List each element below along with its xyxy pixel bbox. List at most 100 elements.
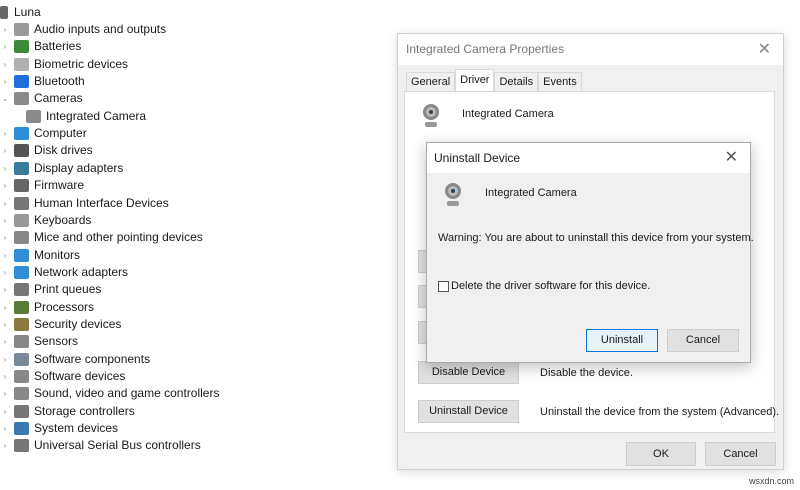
- delete-driver-label[interactable]: Delete the driver software for this devi…: [451, 280, 650, 292]
- chevron-right-icon[interactable]: ›: [0, 56, 10, 73]
- chevron-right-icon[interactable]: ›: [0, 385, 10, 402]
- tree-item[interactable]: › Batteries: [0, 38, 81, 55]
- close-icon[interactable]: ✕: [725, 143, 738, 173]
- monitor-icon: [14, 248, 29, 262]
- chevron-right-icon[interactable]: ›: [0, 299, 10, 316]
- battery-icon: [14, 40, 29, 54]
- tree-item[interactable]: › Software components: [0, 351, 150, 368]
- tree-item-label: Print queues: [34, 282, 102, 297]
- tree-item-label: Keyboards: [34, 212, 92, 227]
- speaker-icon: [14, 23, 29, 36]
- chevron-right-icon[interactable]: ›: [0, 368, 10, 385]
- chevron-right-icon[interactable]: ›: [0, 247, 10, 264]
- network-icon: [14, 265, 29, 279]
- disk-drive-icon: [14, 144, 29, 158]
- tree-item-label: Sensors: [34, 334, 79, 349]
- software-component-icon: [14, 352, 29, 366]
- tab-details[interactable]: Details: [494, 72, 539, 91]
- tree-item[interactable]: › Disk drives: [0, 142, 93, 159]
- tab-general[interactable]: General: [406, 72, 456, 91]
- computer-icon: [0, 6, 8, 19]
- chevron-right-icon[interactable]: ›: [0, 437, 10, 454]
- chevron-right-icon[interactable]: ›: [0, 142, 10, 159]
- chevron-right-icon[interactable]: ›: [0, 351, 10, 368]
- tree-item[interactable]: › Universal Serial Bus controllers: [0, 437, 201, 454]
- processor-icon: [14, 300, 29, 314]
- tree-item[interactable]: › Mice and other pointing devices: [0, 229, 203, 246]
- tree-item[interactable]: › Software devices: [0, 368, 125, 385]
- tree-item[interactable]: › System devices: [0, 420, 118, 437]
- chevron-right-icon[interactable]: ›: [0, 316, 10, 333]
- tree-item-label: Human Interface Devices: [34, 195, 169, 210]
- dialog-title: Uninstall Device: [434, 151, 521, 165]
- tree-item[interactable]: › Computer: [0, 125, 87, 142]
- cancel-button[interactable]: Cancel: [705, 442, 776, 466]
- monitor-icon: [14, 127, 29, 141]
- tree-item[interactable]: › Audio inputs and outputs: [0, 21, 166, 38]
- tree-item[interactable]: › Processors: [0, 299, 94, 316]
- tree-item-label: Network adapters: [34, 264, 129, 279]
- tree-item-label: Software components: [34, 351, 151, 366]
- tree-item[interactable]: › Biometric devices: [0, 56, 128, 73]
- fingerprint-icon: [14, 57, 29, 71]
- ok-button[interactable]: OK: [626, 442, 696, 466]
- tree-item[interactable]: › Human Interface Devices: [0, 195, 169, 212]
- tree-item[interactable]: › Sound, video and game controllers: [0, 385, 219, 402]
- chevron-right-icon[interactable]: ›: [0, 195, 10, 212]
- tree-item-label: Security devices: [34, 316, 122, 331]
- tree-item-label: Audio inputs and outputs: [34, 22, 167, 36]
- chevron-down-icon[interactable]: ⌄: [0, 90, 10, 107]
- tree-item-label: Computer: [34, 126, 87, 141]
- tree-item-label: Disk drives: [34, 143, 93, 158]
- tree-item[interactable]: ⌄ Cameras: [0, 90, 83, 107]
- delete-driver-checkbox[interactable]: [438, 281, 449, 292]
- camera-icon: [444, 183, 462, 209]
- chevron-right-icon[interactable]: ›: [0, 403, 10, 420]
- tree-item-label: Cameras: [34, 91, 83, 106]
- camera-icon: [14, 92, 29, 106]
- chevron-right-icon[interactable]: ›: [0, 264, 10, 281]
- tree-item-label: System devices: [34, 421, 119, 436]
- tree-root[interactable]: Luna: [0, 4, 41, 21]
- watermark: wsxdn.com: [748, 476, 794, 486]
- tree-item[interactable]: › Keyboards: [0, 212, 91, 229]
- disable-device-button[interactable]: Disable Device: [418, 361, 519, 384]
- uninstall-device-button[interactable]: Uninstall Device: [418, 400, 519, 423]
- tree-item[interactable]: › Monitors: [0, 247, 80, 264]
- uninstall-device-dialog: Uninstall Device ✕ Integrated Camera War…: [426, 142, 754, 363]
- dialog-cancel-button[interactable]: Cancel: [667, 329, 739, 352]
- chevron-right-icon[interactable]: ›: [0, 177, 10, 194]
- chevron-right-icon[interactable]: ›: [0, 125, 10, 142]
- tree-item[interactable]: › Display adapters: [0, 160, 123, 177]
- tab-events[interactable]: Events: [538, 72, 582, 91]
- chevron-right-icon[interactable]: ›: [0, 212, 10, 229]
- tree-item[interactable]: › Bluetooth: [0, 73, 85, 90]
- chevron-right-icon[interactable]: ›: [0, 21, 10, 38]
- chevron-right-icon[interactable]: ›: [0, 333, 10, 350]
- warning-text: Warning: You are about to uninstall this…: [438, 232, 754, 244]
- chevron-right-icon[interactable]: ›: [0, 160, 10, 177]
- tree-item[interactable]: › Firmware: [0, 177, 84, 194]
- uninstall-device-description: Uninstall the device from the system (Ad…: [540, 406, 780, 418]
- tree-item-label: Biometric devices: [34, 56, 129, 71]
- tree-item[interactable]: › Network adapters: [0, 264, 128, 281]
- chevron-right-icon[interactable]: ›: [0, 38, 10, 55]
- tree-item[interactable]: › Storage controllers: [0, 403, 135, 420]
- camera-icon: [26, 109, 41, 123]
- usb-icon: [14, 439, 29, 453]
- tree-item-label: Bluetooth: [34, 74, 85, 89]
- tree-item-label: Processors: [34, 299, 95, 314]
- tree-item-label: Firmware: [34, 178, 84, 193]
- close-icon[interactable]: ✕: [758, 34, 771, 65]
- uninstall-button[interactable]: Uninstall: [586, 329, 658, 352]
- chevron-right-icon[interactable]: ›: [0, 420, 10, 437]
- tree-item[interactable]: › Sensors: [0, 333, 78, 350]
- chevron-right-icon[interactable]: ›: [0, 229, 10, 246]
- tree-item[interactable]: › Security devices: [0, 316, 121, 333]
- tab-driver[interactable]: Driver: [455, 69, 495, 91]
- tree-item[interactable]: › Print queues: [0, 281, 101, 298]
- chevron-right-icon[interactable]: ›: [0, 281, 10, 298]
- chevron-right-icon[interactable]: ›: [0, 73, 10, 90]
- tree-item[interactable]: Integrated Camera: [22, 108, 146, 125]
- security-icon: [14, 317, 29, 331]
